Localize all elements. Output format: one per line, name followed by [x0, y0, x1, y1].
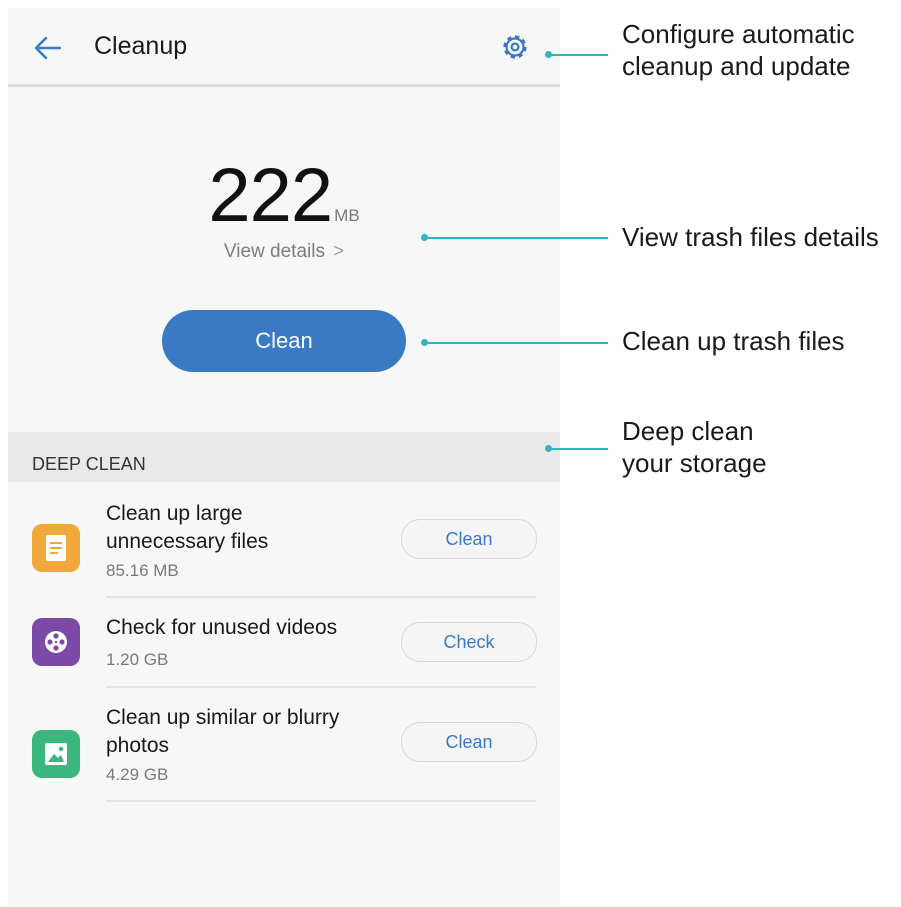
list-item: Check for unused videos 1.20 GB Check — [8, 608, 560, 688]
clean-button[interactable]: Clean — [162, 310, 406, 372]
section-title: DEEP CLEAN — [32, 454, 146, 474]
divider — [106, 800, 536, 802]
callout-settings-line1: Configure automatic — [622, 19, 855, 49]
item-title: Check for unused videos — [106, 616, 338, 639]
callout-deep-line1: Deep clean — [622, 416, 754, 446]
callout-line — [424, 342, 608, 344]
clean-large-files-button[interactable]: Clean — [401, 519, 537, 559]
chevron-right-icon: > — [332, 241, 345, 262]
item-size: 1.20 GB — [106, 650, 169, 669]
list-item: Clean up similar or blurry photos 4.29 G… — [8, 702, 560, 802]
item-title: Clean up similar or blurry — [106, 706, 340, 729]
check-videos-button[interactable]: Check — [401, 622, 537, 662]
item-title-line2: unnecessary files — [106, 530, 269, 553]
divider — [106, 686, 536, 688]
photo-icon — [32, 730, 80, 778]
item-title-line2: photos — [106, 734, 170, 757]
callout-deep-line2: your storage — [622, 448, 767, 478]
callout-settings-line2: cleanup and update — [622, 51, 851, 81]
item-size: 4.29 GB — [106, 765, 169, 784]
clean-photos-button[interactable]: Clean — [401, 722, 537, 762]
callout-details: View trash files details — [622, 222, 879, 252]
view-details-link[interactable]: View details > — [8, 241, 560, 263]
callout-deep: Deep clean your storage — [622, 415, 767, 479]
deep-clean-section-header: DEEP CLEAN — [8, 432, 560, 482]
page-title: Cleanup — [94, 32, 188, 60]
callout-line — [548, 54, 608, 56]
trash-size-value: 222 — [208, 153, 333, 238]
trash-size-unit: MB — [334, 206, 360, 225]
back-arrow-icon[interactable] — [32, 32, 64, 64]
phone-screen: Cleanup 222 MB View details > Clean DEEP C… — [8, 8, 560, 907]
app-header: Cleanup — [8, 8, 560, 87]
divider — [106, 596, 536, 598]
item-size: 85.16 MB — [106, 561, 179, 580]
callout-line — [548, 448, 608, 450]
callout-line — [424, 237, 608, 239]
gear-icon[interactable] — [498, 30, 532, 64]
callout-clean: Clean up trash files — [622, 326, 845, 356]
list-item: Clean up large unnecessary files 85.16 M… — [8, 498, 560, 598]
trash-size: 222 MB — [8, 158, 560, 234]
view-details-label: View details — [223, 241, 325, 262]
document-icon — [32, 524, 80, 572]
callout-settings: Configure automatic cleanup and update — [622, 18, 855, 82]
item-title: Clean up large — [106, 502, 243, 525]
film-reel-icon — [32, 618, 80, 666]
